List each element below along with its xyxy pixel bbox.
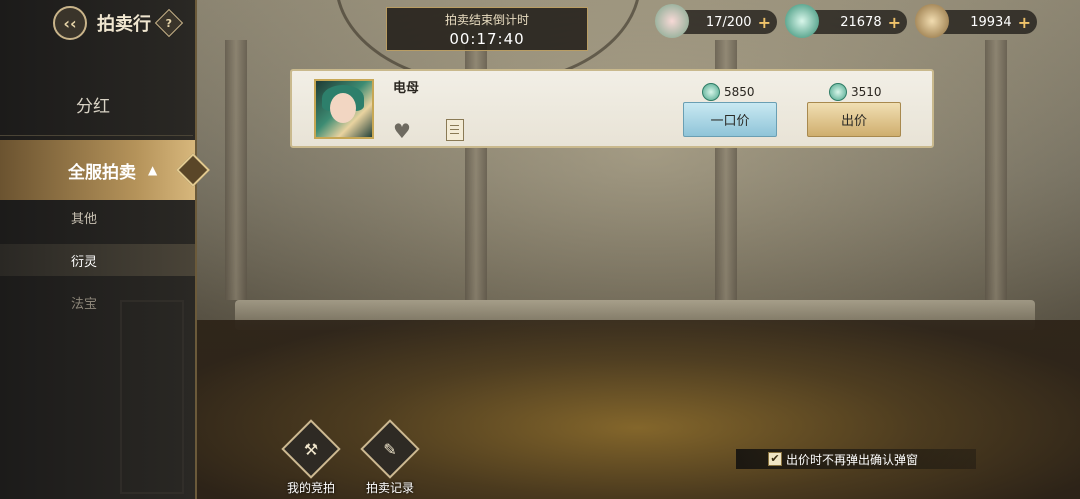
sub-item-yanling[interactable]: 衍灵 (0, 244, 195, 276)
chevron-up-icon: ▲ (148, 163, 158, 177)
details-document-icon[interactable] (446, 119, 464, 141)
avatar-face (330, 93, 356, 123)
gavel-icon: ⚒ (281, 419, 341, 479)
add-jade-button[interactable]: + (888, 13, 901, 32)
skip-confirm-checkbox[interactable]: ✔ (768, 452, 782, 466)
records-scroll-icon: ✎ (360, 419, 420, 479)
background-pillar (985, 40, 1007, 300)
currency-value: 19934 (970, 14, 1012, 30)
jade-icon (702, 83, 720, 101)
coin-icon (915, 4, 949, 38)
chevron-left-icon: ‹‹ (63, 13, 77, 33)
header: ‹‹ 拍卖行 ? (0, 0, 195, 46)
background-pillar (225, 40, 247, 300)
back-button[interactable]: ‹‹ (53, 6, 87, 40)
item-name: 电母 (393, 81, 420, 96)
my-bids-label: 我的竞拍 (286, 481, 335, 495)
item-avatar[interactable] (314, 79, 374, 139)
buyout-price: 5850 (702, 83, 755, 101)
currency-stamina: 17/200 + (655, 4, 777, 38)
countdown-value: 00:17:40 (449, 30, 525, 48)
skip-confirm-toggle[interactable]: ✔ 出价时不再弹出确认弹窗 (736, 449, 976, 469)
buyout-price-value: 5850 (724, 85, 755, 99)
jade-icon (785, 4, 819, 38)
bid-price: 3510 (829, 83, 882, 101)
my-bids-button[interactable]: ⚒ 我的竞拍 (276, 419, 346, 496)
favorite-heart-icon[interactable]: ♥ (393, 119, 411, 143)
auction-countdown: 拍卖结束倒计时 00:17:40 (386, 7, 588, 51)
currency-jade: 21678 + (785, 4, 907, 38)
auction-records-button[interactable]: ✎ 拍卖记录 (355, 419, 425, 496)
currency-value: 17/200 (705, 14, 752, 30)
currency-coin: 19934 + (915, 4, 1037, 38)
sub-item-other[interactable]: 其他 (0, 201, 195, 233)
sub-item-label: 法宝 (71, 296, 98, 312)
help-button[interactable]: ? (154, 8, 184, 38)
skip-confirm-label: 出价时不再弹出确认弹窗 (786, 452, 919, 467)
sidebar-item-label: 分红 (76, 96, 110, 117)
help-icon: ? (165, 16, 173, 30)
add-stamina-button[interactable]: + (758, 13, 771, 32)
sub-item-label: 其他 (71, 211, 98, 227)
page-title: 拍卖行 (97, 14, 151, 35)
sidebar-item-label: 全服拍卖 (68, 162, 136, 183)
decorative-pattern (120, 300, 184, 494)
currency-value: 21678 (840, 14, 882, 30)
stamina-flower-icon (655, 4, 689, 38)
jade-icon (829, 83, 847, 101)
auction-item-card: 电母 ♥ 5850 3510 一口价 出价 (290, 69, 934, 148)
records-label: 拍卖记录 (365, 481, 414, 495)
sidebar-item-server-auction[interactable]: 全服拍卖 ▲ (0, 140, 210, 200)
sub-item-label: 衍灵 (71, 254, 98, 270)
bid-button[interactable]: 出价 (807, 102, 901, 137)
add-coin-button[interactable]: + (1018, 13, 1031, 32)
countdown-label: 拍卖结束倒计时 (444, 13, 529, 27)
sidebar-divider (0, 135, 193, 136)
buyout-button[interactable]: 一口价 (683, 102, 777, 137)
bid-price-value: 3510 (851, 85, 882, 99)
sidebar: ‹‹ 拍卖行 ? 分红 全服拍卖 ▲ 其他 衍灵 法宝 (0, 0, 210, 499)
sidebar-item-dividend[interactable]: 分红 (0, 82, 195, 126)
